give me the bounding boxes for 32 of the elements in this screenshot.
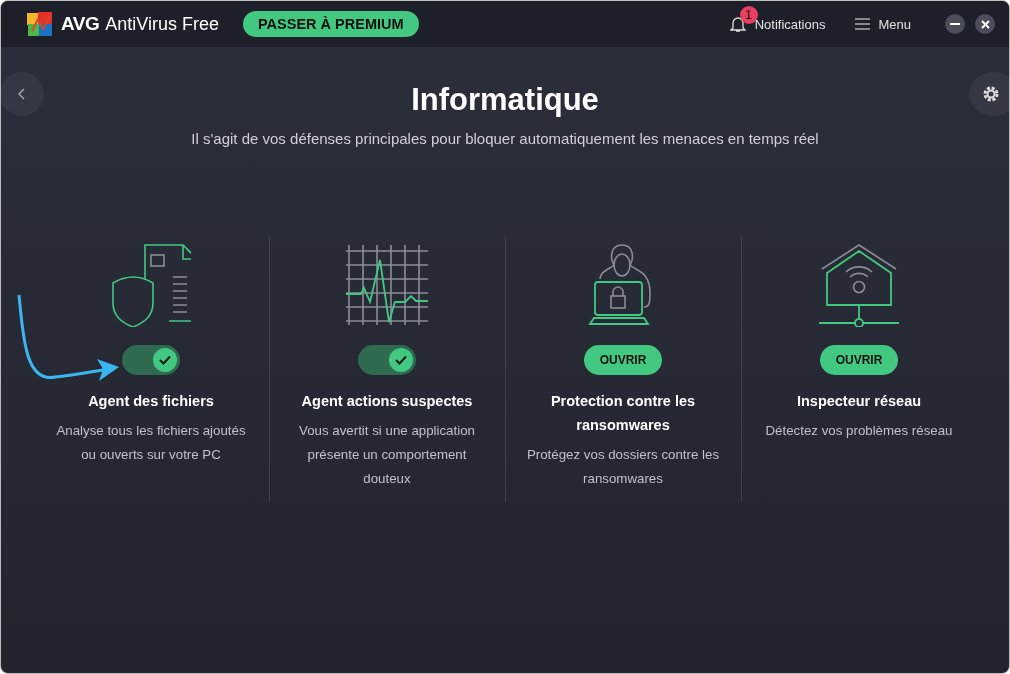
toggle-switch[interactable]	[358, 345, 416, 375]
close-button[interactable]	[975, 14, 995, 34]
chevron-left-icon	[18, 88, 26, 100]
feature-title: Inspecteur réseau	[796, 392, 922, 411]
toggle-switch[interactable]	[122, 345, 180, 375]
open-button[interactable]: OUVRIR	[819, 345, 899, 375]
home-network-icon	[819, 243, 899, 327]
feature-description: Protégez vos dossiers contre les ransomwares	[525, 446, 721, 488]
gear-icon	[981, 84, 1001, 104]
menu-icon[interactable]	[855, 18, 871, 30]
settings-button[interactable]	[969, 72, 1009, 116]
brand-name: AVG	[61, 13, 100, 35]
feature-title: Agent des fichiers	[88, 392, 214, 411]
open-button[interactable]: OUVRIR	[583, 345, 663, 375]
heartbeat-grid-icon	[346, 243, 428, 327]
page-title: Informatique	[411, 81, 599, 119]
menu-link[interactable]: Menu	[878, 16, 911, 32]
minimize-button[interactable]	[945, 14, 965, 34]
upgrade-button[interactable]: PASSER À PREMIUM	[243, 11, 419, 37]
minus-icon	[950, 23, 960, 25]
feature-title: Agent actions suspectes	[301, 392, 473, 411]
feature-description: Analyse tous les fichiers ajoutés ou ouverts sur votre PC	[55, 422, 247, 464]
check-icon	[395, 355, 407, 365]
page-subtitle: Il s'agit de vos défenses principales pour bloquer automatiquement les menaces en temps réel	[190, 130, 820, 147]
check-icon	[159, 355, 171, 365]
feature-description: Vous avertit si une application présente un comportement douteux	[298, 422, 476, 488]
feature-description: Détectez vos problèmes réseau	[765, 422, 953, 440]
feature-title: Protection contre les ransomwares	[549, 392, 697, 435]
shield-document-icon	[111, 243, 191, 327]
product-name: AntiVirus Free	[105, 13, 219, 35]
close-icon	[980, 19, 990, 29]
bell-icon[interactable]	[729, 15, 746, 33]
